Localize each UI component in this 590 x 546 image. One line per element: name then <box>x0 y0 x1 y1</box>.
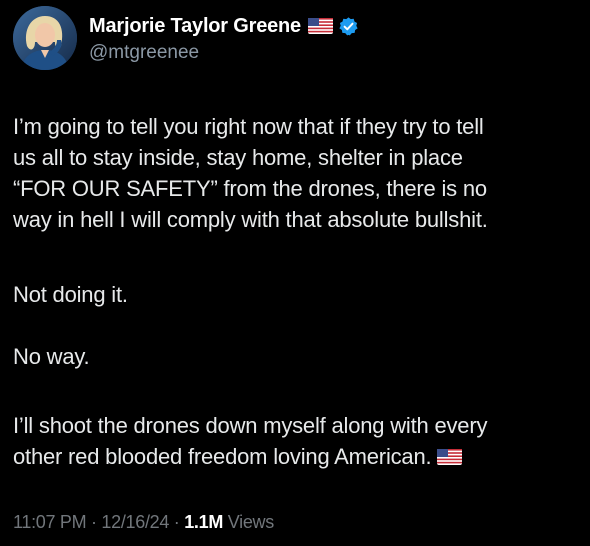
avatar[interactable] <box>13 6 77 70</box>
verified-badge-icon[interactable] <box>338 16 359 37</box>
tweet-card: Marjorie Taylor Greene @mtgreenee I’m go… <box>0 0 590 546</box>
tweet-line: us all to stay inside, stay home, shelte… <box>13 145 463 170</box>
author-name-row: Marjorie Taylor Greene <box>89 13 359 39</box>
tweet-line-with-flag: other red blooded freedom loving America… <box>13 441 487 472</box>
views-count[interactable]: 1.1M <box>184 512 223 532</box>
author-handle[interactable]: @mtgreenee <box>89 42 199 64</box>
tweet-line: “FOR OUR SAFETY” from the drones, there … <box>13 176 487 201</box>
tweet-time[interactable]: 11:07 PM <box>13 512 87 532</box>
us-flag-icon <box>437 442 463 465</box>
tweet-line: way in hell I will comply with that abso… <box>13 207 488 232</box>
tweet-paragraph-1: I’m going to tell you right now that if … <box>13 111 488 235</box>
views-label: Views <box>227 512 275 532</box>
tweet-line: I’m going to tell you right now that if … <box>13 114 484 139</box>
author-display-name[interactable]: Marjorie Taylor Greene <box>89 15 301 38</box>
tweet-line: I’ll shoot the drones down myself along … <box>13 413 488 438</box>
tweet-meta: 11:07 PM · 12/16/24 · 1.1M Views <box>13 512 274 533</box>
meta-separator: · <box>173 512 180 532</box>
tweet-paragraph-4: I’ll shoot the drones down myself along … <box>13 410 487 472</box>
tweet-date[interactable]: 12/16/24 <box>101 512 169 532</box>
tweet-paragraph-2: Not doing it. <box>13 279 128 310</box>
tweet-line: No way. <box>13 344 90 369</box>
tweet-line: Not doing it. <box>13 282 128 307</box>
tweet-paragraph-3: No way. <box>13 341 90 372</box>
meta-separator: · <box>91 512 97 532</box>
tweet-line: other red blooded freedom loving America… <box>13 444 432 469</box>
us-flag-icon <box>307 18 333 34</box>
avatar-image <box>13 6 77 70</box>
